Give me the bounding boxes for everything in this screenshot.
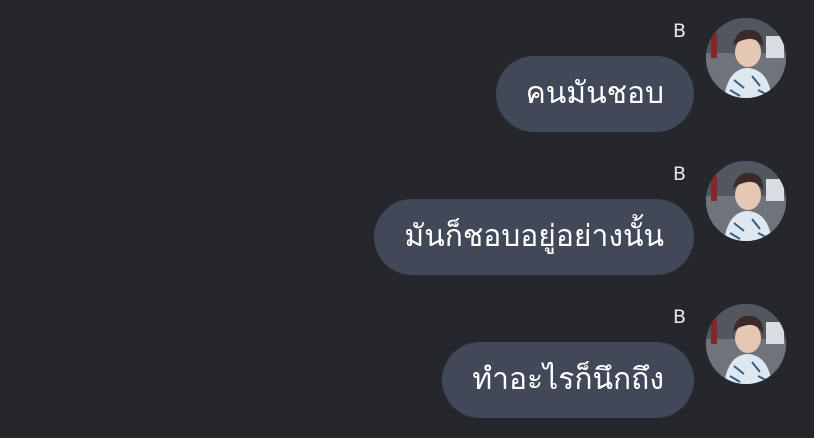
- profile-photo-icon: [706, 304, 786, 384]
- profile-photo-icon: [706, 161, 786, 241]
- message-bubble[interactable]: คนมันชอบ: [495, 56, 694, 132]
- avatar[interactable]: [706, 304, 786, 384]
- sender-name: B: [672, 163, 686, 185]
- message-bubble[interactable]: มันก็ชอบอยู่อย่างนั้น: [374, 199, 694, 275]
- message-row: B คนมันชอบ: [0, 0, 814, 132]
- chat-thread: B คนมันชอบ B มันก็ชอบอยู่อย่างนั้น B ทำอ…: [0, 0, 814, 438]
- message-bubble[interactable]: ทำอะไรก็นึกถึง: [442, 342, 694, 418]
- avatar[interactable]: [706, 161, 786, 241]
- sender-name: B: [672, 306, 686, 328]
- avatar[interactable]: [706, 18, 786, 98]
- sender-name: B: [672, 20, 686, 42]
- profile-photo-icon: [706, 18, 786, 98]
- message-row: B ทำอะไรก็นึกถึง: [0, 286, 814, 418]
- message-row: B มันก็ชอบอยู่อย่างนั้น: [0, 143, 814, 275]
